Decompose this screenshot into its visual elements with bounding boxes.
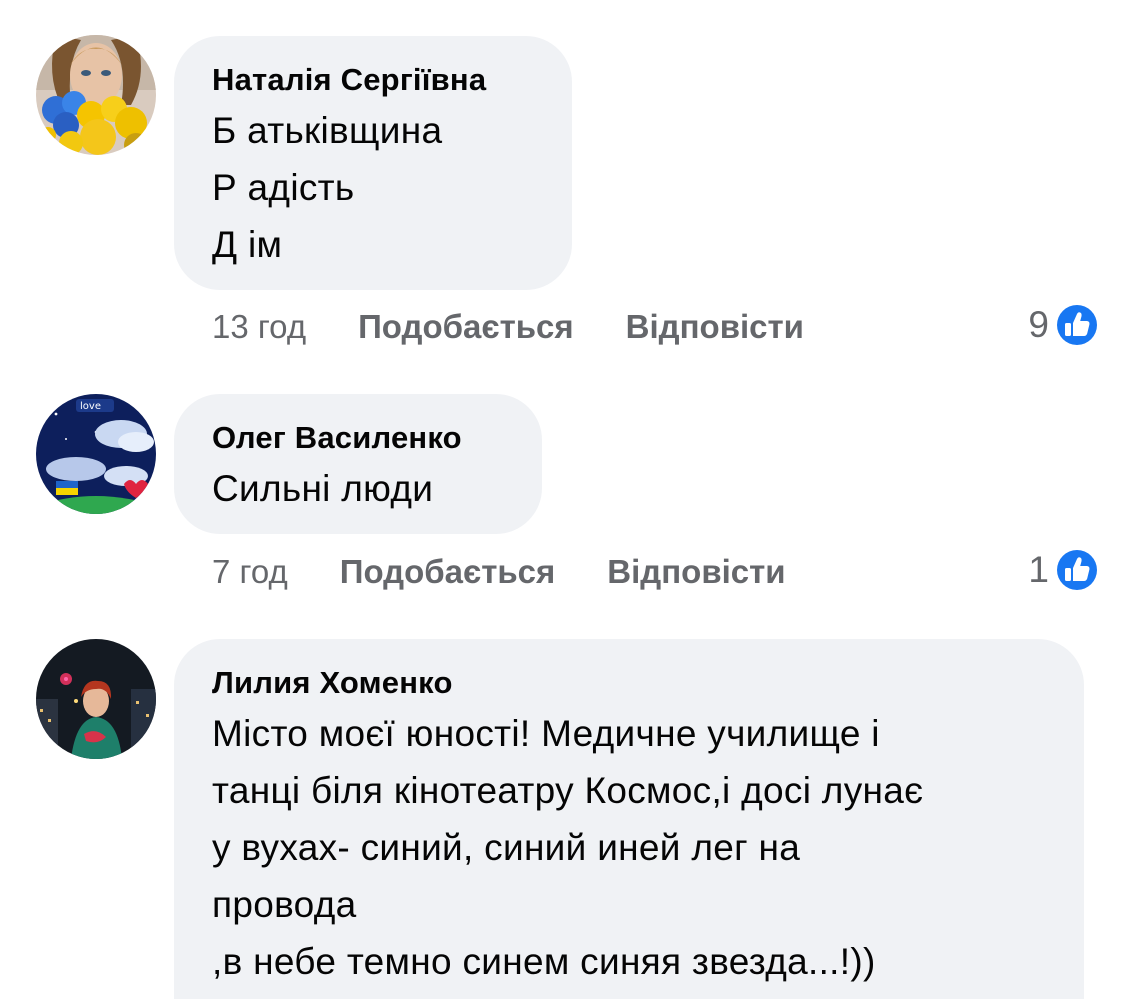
avatar-badge-text: love <box>80 401 101 412</box>
avatar-oleg-image: love <box>36 394 156 514</box>
comment-timestamp[interactable]: 7 год <box>212 547 288 597</box>
comment-actions: 7 год Подобається Відповісти <box>212 547 786 597</box>
comment-text-line: у вухах- синий, синий иней лег на <box>212 827 801 868</box>
comment-actions: 13 год Подобається Відповісти <box>212 302 804 352</box>
comment-text-line: Р адість <box>212 167 355 208</box>
comment-author[interactable]: Олег Василенко <box>212 416 504 460</box>
reply-button[interactable]: Відповісти <box>607 547 785 597</box>
like-button[interactable]: Подобається <box>358 302 574 352</box>
reaction-count: 9 <box>1028 304 1049 345</box>
comment-bubble: Олег Василенко Сильні люди <box>174 394 542 534</box>
avatar-liliya-image <box>36 639 156 759</box>
avatar-liliya[interactable] <box>36 639 156 759</box>
comment-text-line: танці біля кінотеатру Космос,і досі луна… <box>212 770 924 811</box>
reaction-summary[interactable]: 9 <box>1028 300 1101 350</box>
like-thumbs-up-icon <box>1054 547 1100 593</box>
avatar-oleg[interactable]: love <box>36 394 156 514</box>
comment-bubble: Наталія Сергіївна Б атьківщина Р адість … <box>174 36 572 290</box>
reply-button[interactable]: Відповісти <box>626 302 804 352</box>
comment-text-line: Місто моєї юності! Медичне училище і <box>212 713 880 754</box>
comment-text-line: ,в небе темно синем синяя звезда...!)) <box>212 941 876 982</box>
avatar-natalia[interactable] <box>36 35 156 155</box>
comment-text-line: Б атьківщина <box>212 110 443 151</box>
comment-text-line: Сильні люди <box>212 468 434 509</box>
comment-author[interactable]: Наталія Сергіївна <box>212 58 534 102</box>
avatar-natalia-image <box>36 35 156 155</box>
comment-timestamp[interactable]: 13 год <box>212 302 306 352</box>
reaction-count: 1 <box>1028 549 1049 590</box>
comment-author[interactable]: Лилия Хоменко <box>212 661 1046 705</box>
reaction-summary[interactable]: 1 <box>1028 545 1101 595</box>
comment-bubble: Лилия Хоменко Місто моєї юності! Медичне… <box>174 639 1084 999</box>
comment-text-line: провода <box>212 884 357 925</box>
like-thumbs-up-icon <box>1054 302 1100 348</box>
comment-text-line: Д ім <box>212 224 283 265</box>
like-button[interactable]: Подобається <box>340 547 556 597</box>
